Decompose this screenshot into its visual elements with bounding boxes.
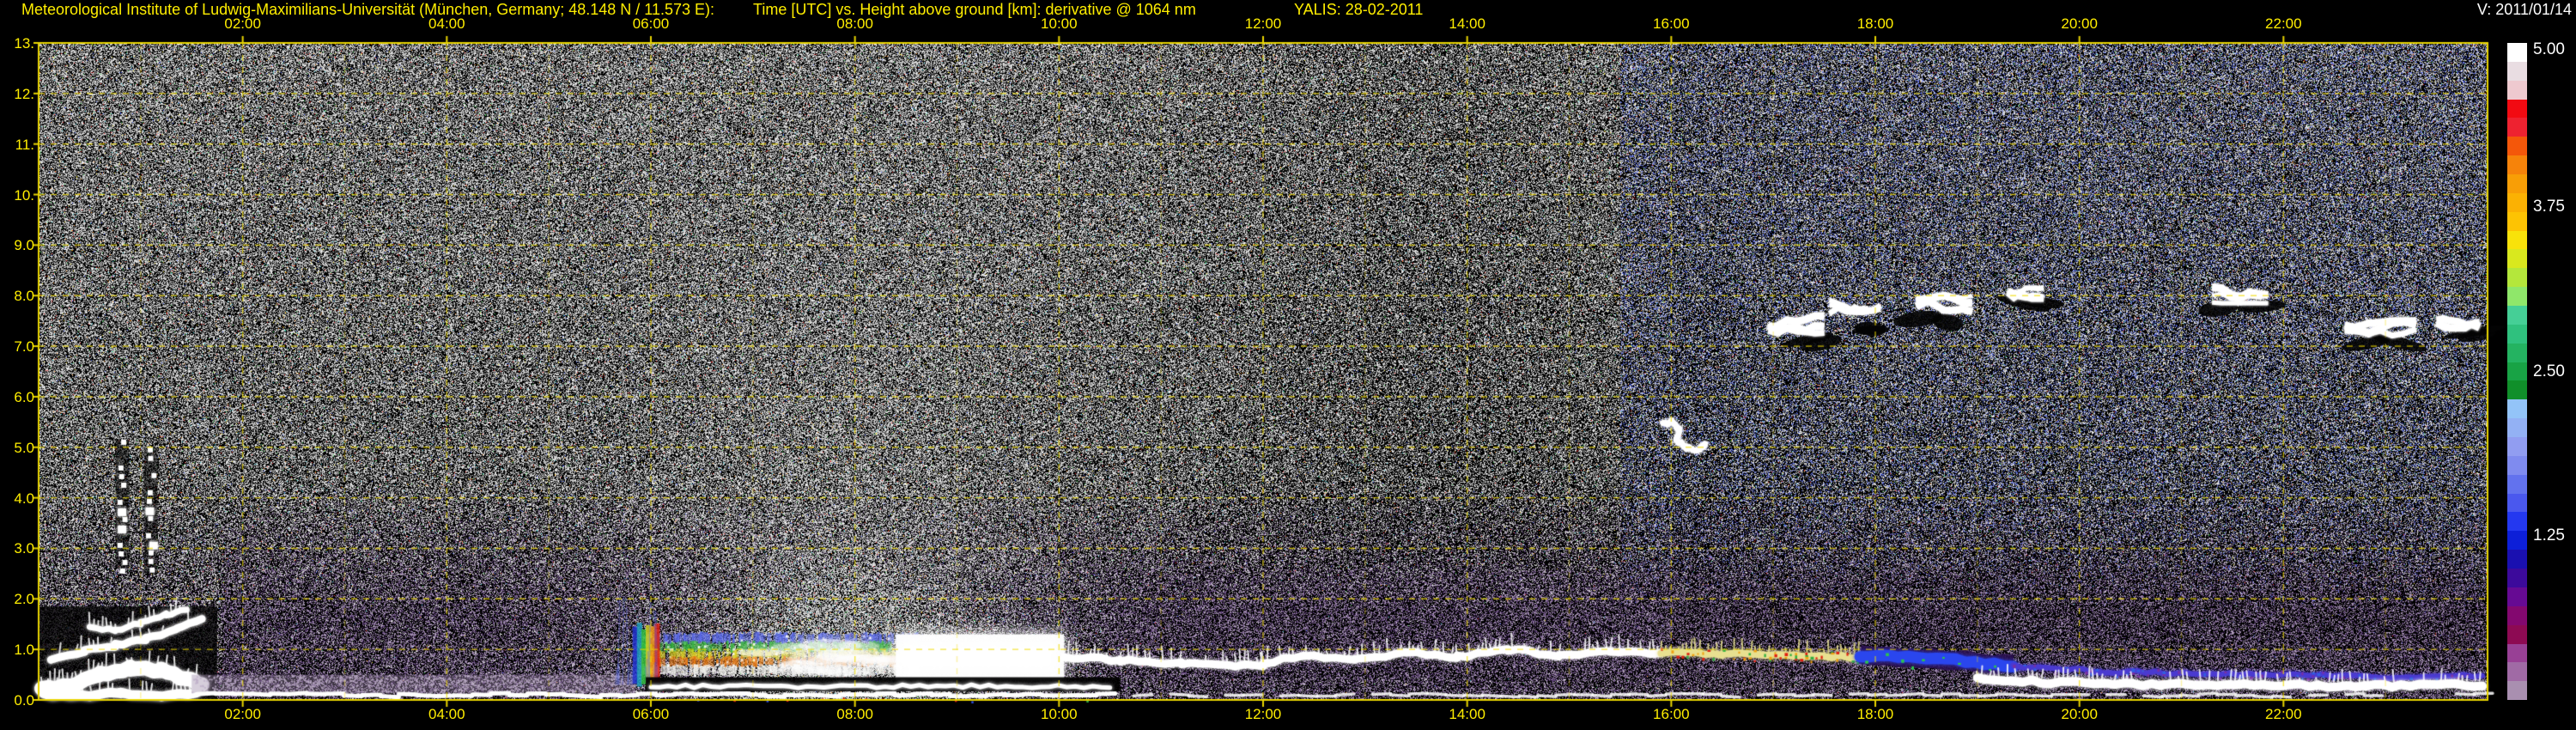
colorbar-segment [2507, 99, 2527, 119]
x-axis-tick-label-top: 20:00 [2061, 15, 2098, 32]
y-axis-tick-label: 0.0 [14, 692, 34, 709]
y-axis-tick-label: 10. [14, 186, 34, 204]
x-axis-tick-label-bottom: 20:00 [2061, 706, 2098, 722]
colorbar-segment [2507, 343, 2527, 362]
colorbar-segment [2507, 587, 2527, 606]
x-axis-tick-label-top: 14:00 [1449, 15, 1485, 32]
x-axis-tick-label-bottom: 08:00 [836, 706, 873, 722]
colorbar-segment [2507, 455, 2527, 475]
colorbar-segment [2507, 306, 2527, 325]
colorbar-segment [2507, 437, 2527, 456]
x-axis-tick-label-bottom: 02:00 [224, 706, 261, 722]
colorbar-segment [2507, 61, 2527, 81]
lidar-heatmap-canvas [0, 0, 2576, 730]
colorbar-segment [2507, 192, 2527, 212]
colorbar-tick-label: 1.25 [2533, 526, 2565, 544]
y-axis-tick-label: 12. [14, 85, 34, 102]
colorbar-segment [2507, 399, 2527, 419]
x-axis-tick-label-bottom: 16:00 [1653, 706, 1690, 722]
y-axis-tick-label: 6.0 [14, 388, 34, 405]
x-axis-tick-label-top: 02:00 [224, 15, 261, 32]
colorbar-segment [2507, 681, 2527, 701]
x-axis-tick-label-bottom: 06:00 [632, 706, 670, 722]
colorbar-segment [2507, 662, 2527, 682]
lidar-quicklook-figure: Meteorological Institute of Ludwig-Maxim… [0, 0, 2576, 730]
colorbar-segment [2507, 605, 2527, 625]
colorbar-segment [2507, 118, 2527, 137]
x-axis-tick-label-bottom: 10:00 [1041, 706, 1078, 722]
y-axis-tick-label: 13. [14, 35, 34, 52]
x-axis-tick-label-top: 16:00 [1653, 15, 1690, 32]
colorbar-segment [2507, 624, 2527, 644]
colorbar-segment [2507, 137, 2527, 156]
colorbar-segment [2507, 211, 2527, 231]
y-axis-tick-label: 2.0 [14, 591, 34, 608]
y-axis-tick-label: 5.0 [14, 439, 34, 456]
x-axis-tick-label-top: 04:00 [428, 15, 465, 32]
colorbar-tick-label: 3.75 [2533, 198, 2565, 216]
colorbar-segment [2507, 174, 2527, 193]
colorbar-segment [2507, 643, 2527, 663]
x-axis-tick-label-bottom: 18:00 [1856, 706, 1894, 722]
colorbar-segment [2507, 512, 2527, 532]
x-axis-tick-label-bottom: 22:00 [2265, 706, 2302, 722]
colorbar-tick-label: 2.50 [2533, 362, 2565, 380]
colorbar [2507, 43, 2527, 701]
y-axis-tick-label: 4.0 [14, 490, 34, 507]
y-axis-tick-label: 1.0 [14, 642, 34, 659]
x-axis-tick-label-top: 18:00 [1856, 15, 1894, 32]
colorbar-segment [2507, 268, 2527, 288]
colorbar-segment [2507, 418, 2527, 438]
colorbar-segment [2507, 80, 2527, 100]
x-axis-tick-label-top: 10:00 [1041, 15, 1078, 32]
x-axis-tick-label-top: 12:00 [1244, 15, 1282, 32]
colorbar-segment [2507, 287, 2527, 307]
colorbar-tick-label: 5.00 [2533, 40, 2565, 58]
colorbar-segment [2507, 474, 2527, 494]
colorbar-segment [2507, 155, 2527, 175]
y-axis-tick-label: 3.0 [14, 540, 34, 557]
y-axis-tick-label: 11. [15, 136, 34, 153]
colorbar-segment [2507, 380, 2527, 400]
colorbar-segment [2507, 569, 2527, 587]
x-axis-tick-label-top: 06:00 [632, 15, 670, 32]
y-axis-tick-label: 8.0 [14, 288, 34, 305]
x-axis-tick-label-top: 08:00 [836, 15, 873, 32]
x-axis-tick-label-bottom: 12:00 [1244, 706, 1282, 722]
x-axis-tick-label-bottom: 04:00 [428, 706, 465, 722]
colorbar-segment [2507, 324, 2527, 344]
colorbar-segment [2507, 531, 2527, 551]
y-axis-tick-label: 7.0 [14, 338, 34, 356]
colorbar-segment [2507, 493, 2527, 513]
colorbar-segment [2507, 230, 2527, 250]
y-axis-tick-label: 9.0 [14, 237, 34, 254]
colorbar-segment [2507, 249, 2527, 269]
x-axis-tick-label-top: 22:00 [2265, 15, 2302, 32]
colorbar-segment [2507, 43, 2527, 62]
colorbar-segment [2507, 362, 2527, 381]
x-axis-tick-label-bottom: 14:00 [1449, 706, 1485, 722]
colorbar-segment [2507, 550, 2527, 569]
